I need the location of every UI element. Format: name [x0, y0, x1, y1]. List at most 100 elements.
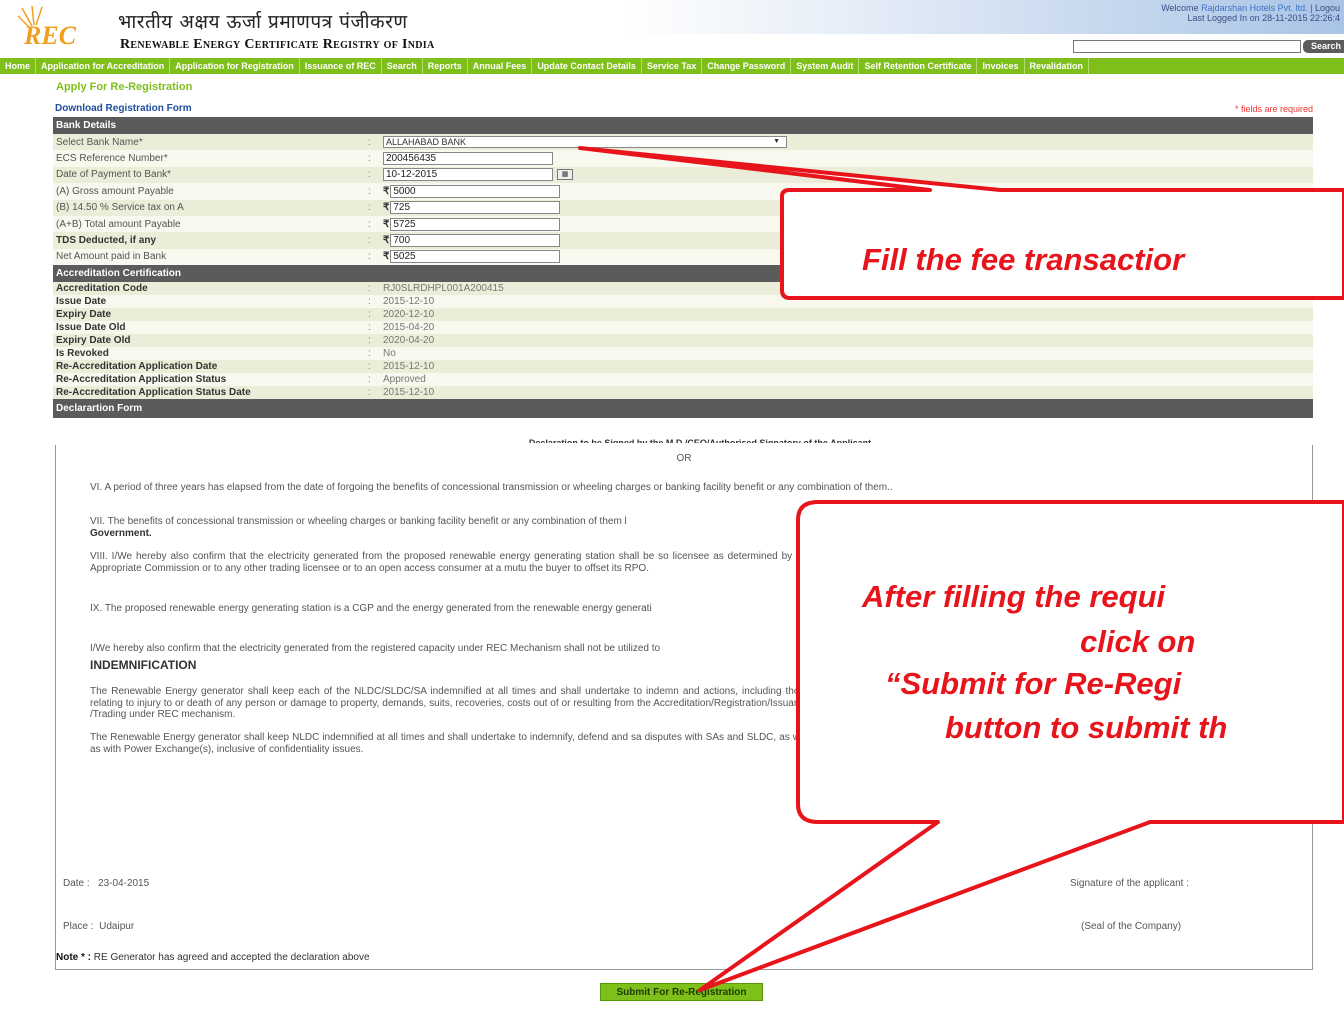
- nav-revalidation[interactable]: Revalidation: [1025, 58, 1090, 74]
- accr-value: Approved: [383, 374, 426, 386]
- download-row: Download Registration Form * fields are …: [53, 101, 1313, 117]
- nav-update-contact[interactable]: Update Contact Details: [532, 58, 642, 74]
- indemnification-para-2: The Renewable Energy generator shall kee…: [90, 732, 810, 755]
- colon: :: [368, 374, 371, 386]
- payment-date-input[interactable]: 10-12-2015: [383, 168, 553, 182]
- total-amount-input[interactable]: 5725: [390, 217, 561, 231]
- net-amount-input[interactable]: 5025: [390, 250, 561, 264]
- nav-search[interactable]: Search: [382, 58, 423, 74]
- colon: :: [368, 202, 371, 214]
- nav-application-accreditation[interactable]: Application for Accreditation: [36, 58, 171, 74]
- accr-label: Expiry Date: [56, 309, 112, 321]
- nav-reports[interactable]: Reports: [423, 58, 468, 74]
- required-note: * fields are required: [1234, 104, 1313, 114]
- nav-change-password[interactable]: Change Password: [702, 58, 792, 74]
- callout-bottom-line-2: click on: [1080, 624, 1196, 659]
- callout-top-text: Fill the fee transactior: [862, 242, 1185, 277]
- date-field: Date : 23-04-2015: [63, 878, 149, 889]
- tds-label: TDS Deducted, if any: [56, 235, 157, 247]
- gross-amount-row: (A) Gross amount Payable : ₹5000: [53, 183, 1313, 200]
- bank-name-select[interactable]: ALLAHABAD BANK ▼: [383, 136, 787, 149]
- nav-issuance-rec[interactable]: Issuance of REC: [300, 58, 382, 74]
- or-separator: OR: [676, 453, 692, 464]
- colon: :: [368, 235, 371, 247]
- callout-bottom-line-3: “Submit for Re-Regi: [885, 666, 1182, 701]
- accr-row: Expiry Date Old:2020-04-20: [53, 334, 1313, 348]
- declaration-signed-by: Declaration to be Signed by the M.D./CEO…: [528, 438, 872, 443]
- accr-row: Re-Accreditation Application Date:2015-1…: [53, 360, 1313, 374]
- clause-viii: VIII. I/We hereby also confirm that the …: [90, 551, 810, 574]
- service-tax-input[interactable]: 725: [390, 201, 561, 215]
- gross-amount-label: (A) Gross amount Payable: [56, 185, 174, 197]
- place-value: Udaipur: [99, 921, 135, 932]
- colon: :: [368, 322, 371, 334]
- place-field: Place : Udaipur: [63, 921, 134, 932]
- rupee-icon: ₹: [383, 235, 390, 247]
- nav-service-tax[interactable]: Service Tax: [642, 58, 703, 74]
- ecs-reference-input[interactable]: 200456435: [383, 152, 553, 166]
- calendar-icon[interactable]: ▦: [557, 169, 573, 181]
- colon: :: [368, 169, 371, 181]
- welcome-user: Rajdarshan Hotels Pvt. ltd.: [1201, 3, 1308, 13]
- nav-application-registration[interactable]: Application for Registration: [170, 58, 300, 74]
- indemnification-title: INDEMNIFICATION: [90, 658, 197, 672]
- download-form-link[interactable]: Download Registration Form: [55, 103, 192, 114]
- logout-link[interactable]: | Logou: [1308, 3, 1340, 13]
- accr-row: Issue Date:2015-12-10: [53, 295, 1313, 309]
- tds-input[interactable]: 700: [390, 234, 561, 248]
- payment-date-label: Date of Payment to Bank*: [56, 169, 172, 181]
- bank-details-header: Bank Details: [53, 117, 1313, 134]
- site-title-hindi: भारतीय अक्षय ऊर्जा प्रमाणपत्र पंजीकरण: [118, 11, 408, 33]
- clause-vii-government: Government.: [90, 527, 152, 539]
- bank-name-row: Select Bank Name* : ALLAHABAD BANK ▼: [53, 134, 1313, 151]
- search-input[interactable]: [1073, 40, 1301, 53]
- nav-home[interactable]: Home: [0, 58, 37, 74]
- total-amount-row: (A+B) Total amount Payable : ₹5725: [53, 215, 1313, 233]
- rec-logo-icon: REC: [18, 5, 77, 50]
- nav-annual-fees[interactable]: Annual Fees: [468, 58, 533, 74]
- clause-vii-text: VII. The benefits of concessional transm…: [90, 516, 627, 527]
- accr-label: Issue Date Old: [56, 322, 126, 334]
- nav-system-audit[interactable]: System Audit: [791, 58, 860, 74]
- indemnification-para-1: The Renewable Energy generator shall kee…: [90, 686, 810, 720]
- note-label: Note * :: [56, 952, 91, 963]
- rupee-icon: ₹: [383, 251, 390, 263]
- colon: :: [368, 251, 371, 263]
- accr-row: Issue Date Old:2015-04-20: [53, 321, 1313, 335]
- colon: :: [368, 185, 371, 197]
- accr-row: Accreditation Code: RJ0SLRDHPL001A200415: [53, 282, 1313, 296]
- declaration-note: Note * : RE Generator has agreed and acc…: [56, 952, 370, 963]
- last-logged-in: Last Logged In on 28-11-2015 22:26:4: [1187, 13, 1340, 23]
- accr-value: 2015-12-10: [383, 387, 435, 399]
- colon: :: [368, 153, 371, 165]
- declaration-document: OR VI. A period of three years has elaps…: [55, 445, 1313, 970]
- colon: :: [368, 361, 371, 373]
- main-nav: Home Application for Accreditation Appli…: [0, 58, 1344, 74]
- rupee-icon: ₹: [383, 202, 390, 214]
- search-button[interactable]: Search: [1303, 40, 1344, 53]
- bank-name-label: Select Bank Name*: [56, 136, 143, 148]
- nav-self-retention[interactable]: Self Retention Certificate: [859, 58, 978, 74]
- header: REC भारतीय अक्षय ऊर्जा प्रमाणपत्र पंजीकर…: [0, 0, 1344, 58]
- page-title: Apply For Re-Registration: [56, 81, 193, 93]
- colon: :: [368, 283, 371, 295]
- accr-value: 2015-04-20: [383, 322, 435, 334]
- accr-label: Re-Accreditation Application Date: [56, 361, 218, 373]
- gross-amount-input[interactable]: 5000: [390, 184, 561, 198]
- seal-label: (Seal of the Company): [1081, 921, 1182, 932]
- accr-value: 2015-12-10: [383, 361, 435, 373]
- signature-label: Signature of the applicant :: [1070, 878, 1189, 889]
- rupee-icon: ₹: [383, 185, 390, 197]
- nav-invoices[interactable]: Invoices: [977, 58, 1025, 74]
- accr-row: Re-Accreditation Application Status Date…: [53, 386, 1313, 400]
- accreditation-rows: Accreditation Code: RJ0SLRDHPL001A200415 …: [53, 282, 1313, 400]
- logo-text: REC: [23, 21, 77, 50]
- net-amount-label: Net Amount paid in Bank: [56, 251, 167, 263]
- accr-label: Re-Accreditation Application Status Date: [56, 387, 251, 399]
- colon: :: [368, 387, 371, 399]
- submit-re-registration-button[interactable]: Submit For Re-Registration: [600, 983, 763, 1001]
- accr-label: Re-Accreditation Application Status: [56, 374, 227, 386]
- date-label: Date :: [63, 878, 90, 889]
- ecs-reference-row: ECS Reference Number* : 200456435: [53, 150, 1313, 167]
- colon: :: [368, 136, 371, 148]
